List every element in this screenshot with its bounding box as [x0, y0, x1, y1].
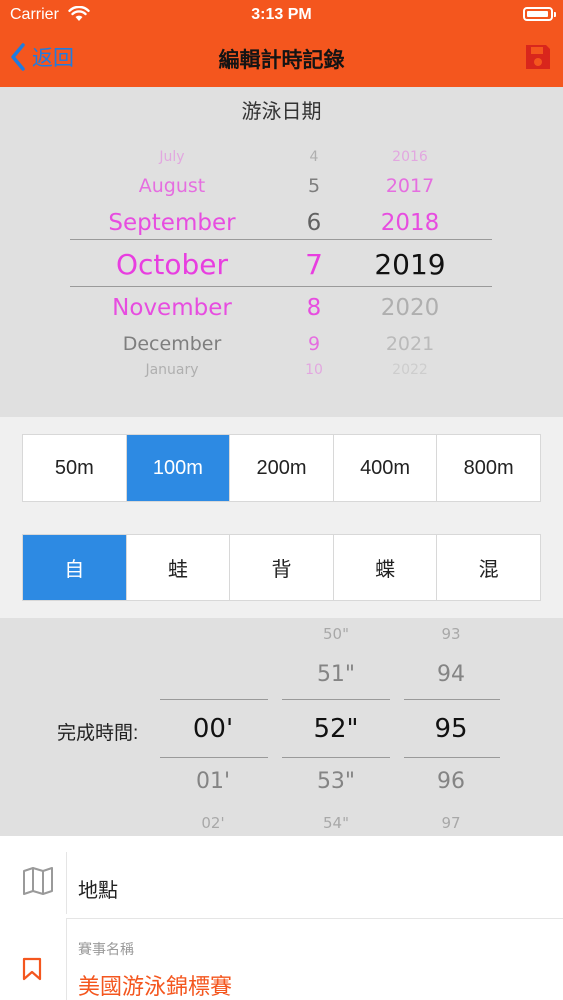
month-wheel-item[interactable]: August	[139, 176, 206, 196]
day-wheel-item[interactable]: 8	[307, 296, 322, 320]
row-divider	[66, 852, 67, 914]
bookmark-icon	[22, 957, 42, 981]
stroke-option[interactable]: 背	[230, 535, 334, 600]
hundredths-wheel-item[interactable]: 93	[441, 626, 460, 642]
time-line-top-hund	[404, 699, 500, 700]
time-line-top-sec	[282, 699, 390, 700]
distance-option[interactable]: 400m	[334, 435, 438, 501]
status-bar: Carrier 3:13 PM	[0, 0, 563, 30]
distance-option[interactable]: 50m	[23, 435, 127, 501]
time-line-bottom-sec	[282, 757, 390, 758]
month-wheel-item[interactable]: October	[116, 251, 228, 279]
hundredths-wheel-item[interactable]: 95	[434, 716, 467, 742]
detail-list: 地點 賽事名稱 美國游泳錦標賽	[0, 836, 563, 1000]
month-wheel-item[interactable]: September	[108, 211, 235, 235]
event-name-value[interactable]: 美國游泳錦標賽	[78, 969, 232, 1000]
location-label: 地點	[78, 880, 118, 902]
hundredths-wheel-item[interactable]: 94	[437, 664, 465, 686]
distance-option[interactable]: 200m	[230, 435, 334, 501]
day-wheel-item[interactable]: 4	[310, 150, 319, 164]
distance-option[interactable]: 100m	[126, 435, 231, 501]
event-small-label: 賽事名稱	[78, 941, 134, 957]
day-wheel-item[interactable]: 6	[307, 211, 322, 235]
status-time: 3:13 PM	[251, 6, 312, 23]
location-row[interactable]: 地點	[0, 836, 563, 918]
hundredths-wheel-item[interactable]: 97	[441, 815, 460, 831]
stroke-option[interactable]: 蝶	[334, 535, 438, 600]
selection-line-top	[70, 239, 492, 240]
month-wheel-item[interactable]: November	[112, 296, 232, 320]
day-wheel-item[interactable]: 7	[305, 251, 323, 279]
time-picker-label: 完成時間:	[57, 723, 139, 744]
selection-line-bottom	[70, 286, 492, 287]
year-wheel-item[interactable]: 2020	[381, 296, 440, 320]
date-picker-section: 游泳日期 July August September October November D…	[0, 87, 563, 417]
month-wheel-item[interactable]: December	[123, 334, 222, 354]
year-wheel-item[interactable]: 2019	[374, 251, 445, 279]
seconds-wheel-item[interactable]: 50"	[323, 626, 349, 642]
save-icon[interactable]	[523, 42, 553, 72]
day-wheel-item[interactable]: 5	[308, 176, 320, 196]
distance-option[interactable]: 800m	[437, 435, 540, 501]
page-title: 編輯計時記錄	[218, 49, 345, 72]
header-bar: Carrier 3:13 PM 返回 編輯計時記錄	[0, 0, 563, 87]
stroke-option[interactable]: 混	[437, 535, 540, 600]
time-line-bottom-min	[160, 757, 268, 758]
minutes-wheel-item[interactable]: 01'	[196, 771, 230, 793]
stroke-segmented-control: 自蛙背蝶混	[22, 534, 541, 601]
battery-icon	[523, 7, 556, 21]
seconds-wheel-item[interactable]: 54"	[323, 815, 349, 831]
year-wheel-item[interactable]: 2018	[381, 211, 440, 235]
time-line-bottom-hund	[404, 757, 500, 758]
date-picker-label: 游泳日期	[241, 101, 322, 123]
year-wheel-item[interactable]: 2017	[386, 176, 434, 196]
event-row[interactable]: 賽事名稱 美國游泳錦標賽	[0, 919, 563, 1000]
minutes-wheel-item[interactable]: 00'	[193, 716, 233, 742]
seconds-wheel-item[interactable]: 51"	[317, 664, 355, 686]
stroke-option[interactable]: 自	[23, 535, 127, 600]
distance-section: 50m 100m 200m 400m 800m	[0, 417, 563, 517]
year-wheel-item[interactable]: 2022	[392, 363, 428, 377]
month-wheel-item[interactable]: January	[145, 363, 198, 377]
time-line-top-min	[160, 699, 268, 700]
year-wheel-item[interactable]: 2021	[386, 334, 434, 354]
hundredths-wheel-item[interactable]: 96	[437, 771, 465, 793]
navigation-bar: 返回 編輯計時記錄	[0, 30, 563, 87]
month-wheel-item[interactable]: July	[159, 150, 184, 164]
minutes-wheel-item[interactable]: 02'	[201, 815, 224, 831]
year-wheel-item[interactable]: 2016	[392, 150, 428, 164]
stroke-option[interactable]: 蛙	[127, 535, 231, 600]
time-picker-section: 完成時間: 00' 01' 02' 50" 51" 52" 53" 54" 93 94 95 96 97	[0, 618, 563, 836]
day-wheel-item[interactable]: 9	[308, 334, 320, 354]
screen: Carrier 3:13 PM 返回 編輯計時記錄 游泳日期 July Augu…	[0, 0, 563, 1000]
map-icon	[23, 867, 53, 895]
row-divider	[66, 919, 67, 1000]
distance-segmented-control: 50m 100m 200m 400m 800m	[22, 434, 541, 502]
seconds-wheel-item[interactable]: 52"	[313, 716, 358, 742]
day-wheel-item[interactable]: 10	[305, 363, 323, 377]
seconds-wheel-item[interactable]: 53"	[317, 771, 355, 793]
stroke-section: 自蛙背蝶混	[0, 517, 563, 618]
